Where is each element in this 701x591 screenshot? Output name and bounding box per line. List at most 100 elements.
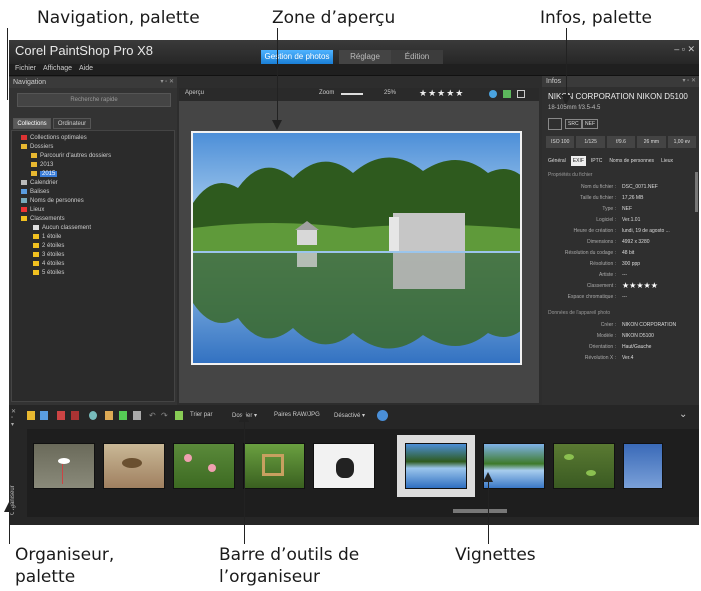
rotate-left-icon[interactable]: ↶ [149,411,156,420]
tree-2015[interactable]: 2015 [31,170,58,179]
leader-navigation [7,28,8,100]
thumbnail-ducks[interactable] [103,443,165,489]
thumbnail-dog-snow[interactable] [313,443,375,489]
info-scrollbar[interactable] [695,172,698,212]
rating-stars[interactable]: ★★★★★ [419,88,464,99]
exp-iso: ISO 100 [546,136,575,148]
folder-icon[interactable] [27,411,35,420]
edit-icon[interactable] [57,411,65,420]
globe-icon[interactable] [489,90,497,98]
menu-fichier[interactable]: Fichier [15,65,36,72]
info-tab-iptc[interactable]: IPTC [589,156,604,166]
tab-gestion-photos[interactable]: Gestion de photos [261,50,333,64]
menu-affichage[interactable]: Affichage [43,65,72,72]
exp-ev: 1,00 ev [667,136,697,148]
grid-view-icon[interactable] [517,90,525,98]
tree-2013[interactable]: 2013 [31,161,53,170]
prop-row: Espace chromatique : --- [567,294,627,300]
tree-parcourir[interactable]: Parcourir d'autres dossiers [31,152,111,161]
thumbnail-scrollbar[interactable] [453,509,507,513]
arrow-organiseur [4,502,14,512]
window-controls[interactable]: – ▫ ✕ [674,44,695,55]
rotate-right-icon[interactable]: ↷ [161,411,168,420]
preview-label[interactable]: Aperçu [185,90,204,96]
share-icon[interactable] [105,411,113,420]
arrow-barre-outils [239,412,249,422]
tree-5-etoiles[interactable]: 5 étoiles [33,269,64,278]
thumbnail-birds-blossom[interactable] [173,443,235,489]
callout-vignettes: Vignettes [455,545,536,565]
tab-reglage[interactable]: Réglage [339,50,391,64]
tree-2-etoiles[interactable]: 2 étoiles [33,242,64,251]
info-tab-exif[interactable]: EXIF [570,156,586,166]
zoom-slider[interactable] [341,93,363,95]
star-icon [33,242,39,248]
tab-edition[interactable]: Édition [391,50,443,64]
tab-collections[interactable]: Collections [13,118,51,129]
tag-icon[interactable] [119,411,127,420]
prop-row: Résolution du codage :48 bit [564,250,635,256]
thumbnail-bird-frame[interactable] [243,443,305,489]
filter-icon[interactable] [175,411,183,420]
thumbnail-partial[interactable] [623,443,663,489]
edit-alt-icon[interactable] [71,411,79,420]
quick-search-input[interactable]: Recherche rapide [17,93,171,107]
leader-barre-outils [244,420,245,544]
navigation-header: Navigation ▾ ▫ ✕ [9,77,177,88]
thumbnail-lily-pads[interactable] [553,443,615,489]
thumbnail-lake-selected[interactable] [405,443,467,489]
leader-infos [566,28,567,100]
tree-calendrier[interactable]: Calendrier [21,179,58,188]
lens-info: 18-105mm f/3.5-4.5 [548,105,601,111]
folder-icon [31,152,37,158]
tab-ordinateur[interactable]: Ordinateur [53,118,91,129]
menu-aide[interactable]: Aide [79,65,93,72]
badge-nef: NEF [582,119,598,129]
single-view-icon[interactable] [503,90,511,98]
disabled-dropdown[interactable]: Désactivé ▾ [334,412,365,419]
sort-label[interactable]: Trier par [190,412,212,418]
star-icon [33,260,39,266]
callout-organiseur-palette-line1: Organiseur, [15,545,115,565]
tree-classements[interactable]: Classements [21,215,65,224]
panel-controls[interactable]: ▾ ▫ ✕ [161,77,175,88]
organizer-panel-controls[interactable]: ✕ ▫ ▾ [11,408,16,428]
import-icon[interactable] [40,411,48,420]
map-icon[interactable] [133,411,141,420]
people-icon[interactable] [89,411,97,420]
info-tab-noms[interactable]: Noms de personnes [607,156,656,166]
prop-row: Dimensions :4992 x 3280 [587,239,650,245]
tree-dossiers[interactable]: Dossiers [21,143,53,152]
tree-balises[interactable]: Balises [21,188,49,197]
info-tab-lieux[interactable]: Lieux [659,156,675,166]
exp-shutter: 1/125 [576,136,605,148]
panel-controls[interactable]: ▾ ▫ ✕ [683,76,697,87]
prop-row: Orientation : Haut/Gauche [588,344,652,350]
info-panel: Infos ▾ ▫ ✕ NIKON CORPORATION NIKON D510… [542,76,699,405]
tree-3-etoiles[interactable]: 3 étoiles [33,251,64,260]
tree-lieux[interactable]: Lieux [21,206,44,215]
location-pin-icon [21,206,27,212]
tree-4-etoiles[interactable]: 4 étoiles [33,260,64,269]
folder-icon [21,143,27,149]
info-tab-general[interactable]: Général [546,156,568,166]
arrow-vignettes [483,472,493,482]
star-icon [21,215,27,221]
raw-jpg-pairs[interactable]: Paires RAW/JPG [274,412,320,418]
prop-row: Type : NEF [602,206,632,212]
star-icon [33,224,39,230]
star-icon [33,233,39,239]
thumbnail-lake-2[interactable] [483,443,545,489]
info-circle-icon[interactable] [377,410,388,421]
tree-aucun-classement[interactable]: Aucun classement [33,224,91,233]
tree-noms-personnes[interactable]: Noms de personnes [21,197,84,206]
people-icon [21,197,27,203]
smart-collection-icon [21,134,27,140]
prop-row: Heure de création : lundi, 19 de agosto .… [573,228,670,234]
chevron-down-icon[interactable]: ⌄ [679,409,687,420]
thumbnail-bird-water[interactable] [33,443,95,489]
tree-1-etoile[interactable]: 1 étoile [33,233,61,242]
arrow-apercu [272,120,282,130]
tree-collections-optimales[interactable]: Collections optimales [21,134,87,143]
section-camera-data: Données de l'appareil photo [548,310,611,316]
